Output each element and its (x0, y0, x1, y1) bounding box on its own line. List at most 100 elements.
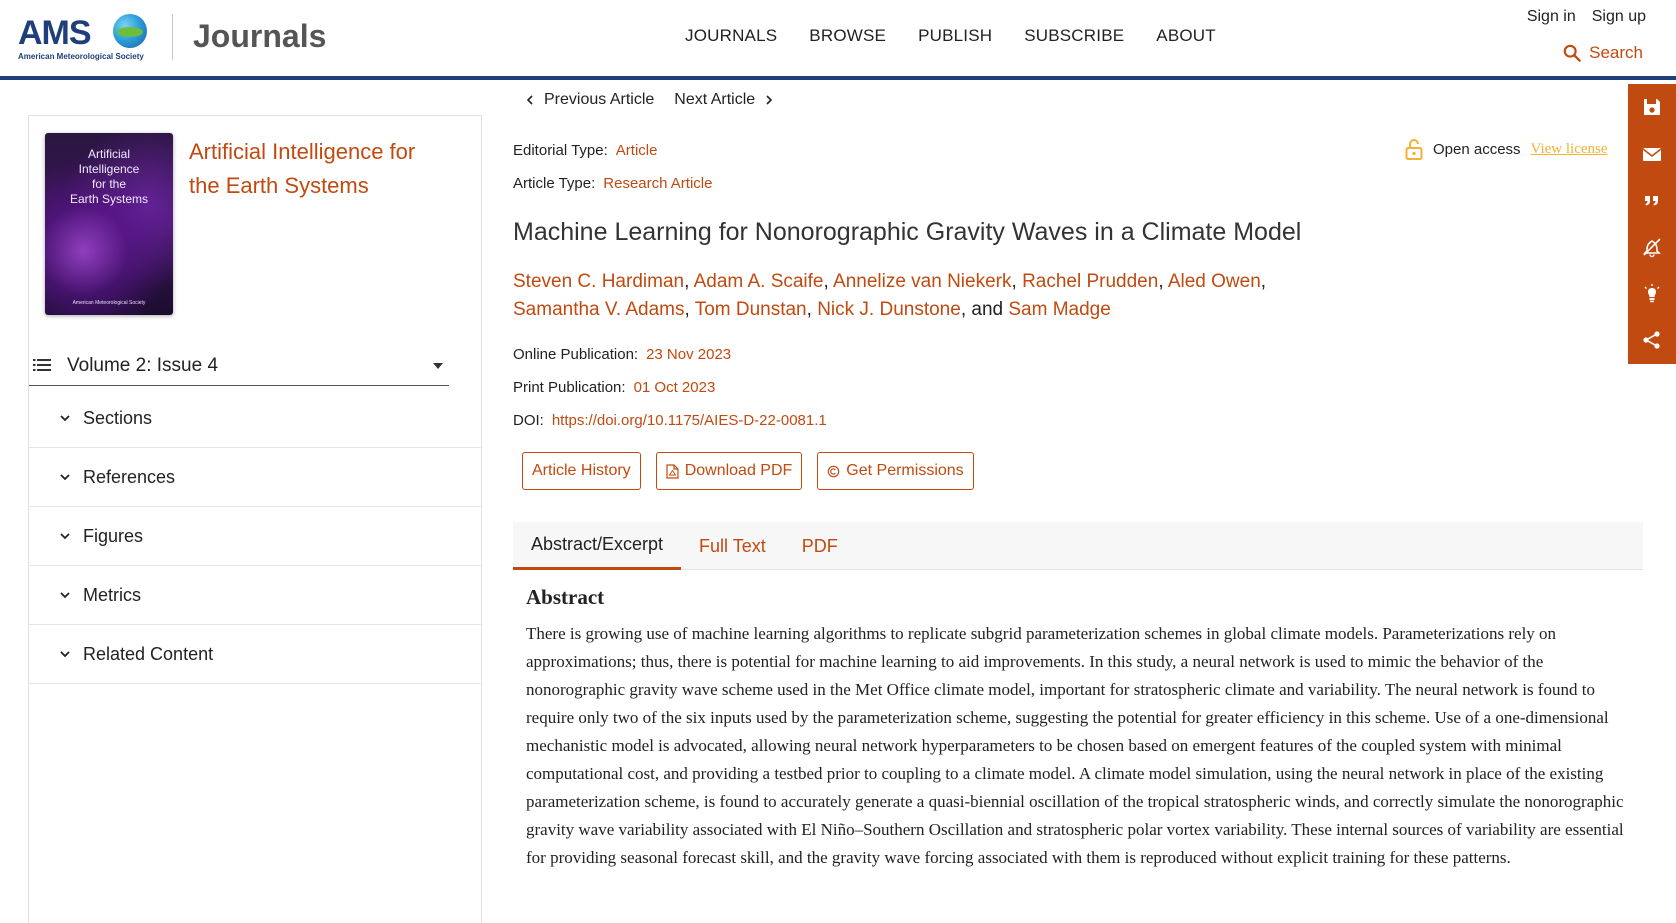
tab-abstract[interactable]: Abstract/Excerpt (513, 522, 682, 570)
button-label: Get Permissions (846, 462, 964, 479)
share-button[interactable] (1628, 317, 1676, 364)
site-name[interactable]: Journals (193, 18, 326, 55)
caret-down-icon (433, 363, 443, 369)
chevron-down-icon (60, 533, 70, 540)
cover-title-line: for the (91, 177, 127, 191)
author-link[interactable]: Samantha V. Adams (513, 299, 684, 320)
author-link[interactable]: Steven C. Hardiman (513, 271, 684, 292)
doi-link[interactable]: https://doi.org/10.1175/AIES-D-22-0081.1 (552, 412, 827, 429)
author-link[interactable]: Sam Madge (1008, 299, 1110, 320)
sidebar-item-label: Metrics (83, 584, 141, 605)
share-icon (1643, 331, 1660, 349)
auth-links: Sign in Sign up (1527, 8, 1646, 26)
highlights-button[interactable] (1628, 270, 1676, 317)
save-button[interactable] (1628, 84, 1676, 131)
article-tools-toolbar (1628, 84, 1676, 364)
doi: DOI: https://doi.org/10.1175/AIES-D-22-0… (513, 412, 827, 429)
cite-button[interactable] (1628, 177, 1676, 224)
meta-label: DOI: (513, 412, 544, 429)
chevron-down-icon (60, 415, 70, 422)
author-link[interactable]: Adam A. Scaife (694, 271, 824, 292)
sidebar-item-label: References (83, 466, 176, 487)
abstract-heading: Abstract (526, 585, 605, 609)
chevron-down-icon (60, 651, 70, 658)
button-label: Article History (532, 462, 631, 479)
open-access-badge: Open access View license (1405, 138, 1608, 160)
main-nav: JOURNALS BROWSE PUBLISH SUBSCRIBE ABOUT (685, 26, 1248, 46)
search-label: Search (1589, 43, 1643, 62)
pdf-file-icon (666, 463, 679, 479)
sidebar-item-sections[interactable]: Sections (29, 389, 481, 448)
get-permissions-button[interactable]: Get Permissions (817, 452, 974, 490)
alert-off-icon (1643, 238, 1661, 258)
download-pdf-button[interactable]: Download PDF (655, 452, 803, 490)
sidebar-item-label: Sections (83, 407, 153, 428)
online-publication-date: 23 Nov 2023 (646, 346, 732, 363)
nav-subscribe[interactable]: SUBSCRIBE (1024, 26, 1124, 46)
sidebar-item-related-content[interactable]: Related Content (29, 625, 481, 684)
cover-title: Artificial Intelligence for the Earth Sy… (45, 147, 173, 207)
previous-article-link[interactable]: Previous Article (525, 91, 654, 109)
author-link[interactable]: Nick J. Dunstone (817, 299, 961, 320)
list-icon (33, 359, 51, 371)
sidebar-item-label: Related Content (83, 643, 214, 664)
article-history-button[interactable]: Article History (522, 452, 641, 490)
logo-subtitle: American Meteorological Society (18, 52, 144, 61)
print-publication-date: 01 Oct 2023 (633, 379, 716, 396)
save-icon (1644, 99, 1660, 116)
email-icon (1642, 147, 1662, 161)
sign-in-link[interactable]: Sign in (1527, 8, 1576, 26)
author-conjunction: and (971, 299, 1004, 320)
journal-cover[interactable]: Artificial Intelligence for the Earth Sy… (45, 133, 173, 315)
chevron-down-icon (60, 592, 70, 599)
cover-title-line: Intelligence (78, 162, 140, 176)
alert-button[interactable] (1628, 224, 1676, 271)
article-title: Machine Learning for Nonorographic Gravi… (513, 218, 1302, 246)
cover-footer: American Meteorological Society (72, 300, 146, 306)
nav-journals[interactable]: JOURNALS (685, 26, 777, 46)
chevron-right-icon (766, 95, 773, 105)
article-type-value[interactable]: Research Article (603, 175, 712, 192)
chevron-down-icon (60, 474, 70, 481)
tab-pdf[interactable]: PDF (784, 522, 856, 570)
next-article-link[interactable]: Next Article (674, 91, 774, 109)
sidebar-item-metrics[interactable]: Metrics (29, 566, 481, 625)
sidebar-item-label: Figures (83, 525, 144, 546)
ams-logo[interactable]: AMS American Meteorological Society (18, 14, 148, 64)
author-link[interactable]: Aled Owen (1168, 271, 1261, 292)
previous-article-label: Previous Article (544, 91, 655, 108)
nav-publish[interactable]: PUBLISH (918, 26, 992, 46)
unlocked-icon (1405, 139, 1423, 160)
view-license-link[interactable]: View license (1531, 141, 1608, 158)
content-tabs: Abstract/Excerpt Full Text PDF (513, 522, 1643, 570)
nav-browse[interactable]: BROWSE (809, 26, 886, 46)
sidebar-sections-list: Sections References Figures Metrics Rela… (29, 389, 481, 684)
online-publication: Online Publication: 23 Nov 2023 (513, 346, 731, 363)
nav-about[interactable]: ABOUT (1156, 26, 1216, 46)
author-link[interactable]: Tom Dunstan (695, 299, 807, 320)
abstract-text: There is growing use of machine learning… (526, 624, 1624, 867)
cover-title-line: Earth Systems (69, 192, 149, 206)
sidebar-item-references[interactable]: References (29, 448, 481, 507)
globe-icon (113, 14, 147, 48)
article-actions: Article History Download PDF Get Permiss… (522, 452, 974, 490)
issue-selector[interactable]: Volume 2: Issue 4 (29, 354, 449, 386)
tab-full-text[interactable]: Full Text (681, 522, 784, 570)
logo-text: AMS (18, 14, 92, 52)
button-label: Download PDF (684, 462, 793, 479)
search-button[interactable]: Search (1563, 43, 1643, 63)
author-link[interactable]: Annelize van Niekerk (833, 271, 1011, 292)
sign-up-link[interactable]: Sign up (1592, 8, 1646, 26)
author-link[interactable]: Rachel Prudden (1022, 271, 1158, 292)
sidebar: Artificial Intelligence for the Earth Sy… (28, 115, 482, 923)
editorial-type-value[interactable]: Article (616, 142, 658, 159)
print-publication: Print Publication: 01 Oct 2023 (513, 379, 715, 396)
editorial-type: Editorial Type: Article (513, 142, 657, 159)
journal-title-link[interactable]: Artificial Intelligence for the Earth Sy… (189, 135, 449, 203)
search-icon (1563, 44, 1581, 62)
quote-icon (1645, 196, 1658, 206)
site-header: AMS American Meteorological Society Jour… (0, 0, 1676, 80)
cover-title-line: Artificial (87, 147, 130, 161)
sidebar-item-figures[interactable]: Figures (29, 507, 481, 566)
email-button[interactable] (1628, 131, 1676, 178)
